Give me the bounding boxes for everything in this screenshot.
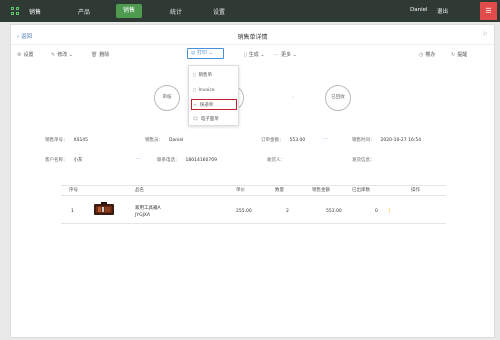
col-name: 品名 [135, 188, 144, 193]
order-no-field: 销售单号： XS145 [45, 137, 88, 143]
col-actions: 操作 [411, 188, 420, 193]
product-name: 家用工具箱A [135, 206, 161, 211]
edit-icon: ✎ [51, 52, 56, 58]
row-qty: 2 [286, 209, 289, 214]
delete-button[interactable]: 🗑 删除 [91, 51, 109, 58]
nav-products[interactable]: 产品 [78, 7, 90, 16]
row-amount: 553.00 [326, 209, 342, 214]
menu-item-e-waybill[interactable]: ☺ 电子面单 [193, 116, 219, 122]
print-dropdown-menu: ▯ 销售单 ▯ Invoice ➢ 快递单 ☺ 电子面单 [188, 65, 239, 126]
customer-label: 客户名称： [45, 158, 68, 163]
app-title: 销售 [29, 9, 42, 16]
seller-value: Daniel [169, 138, 184, 143]
toolbar: ⚙ 设置 ✎ 修改 ⌄ 🗑 删除 ◎ 打印 ⌄ ▯ 生成 ⌄ ⋯ 更多 ⌄ ◷ 樱办 ↻ 提醒 [11, 47, 494, 63]
flag-icon[interactable]: ⚐ [483, 31, 488, 38]
table-top-border [61, 185, 446, 186]
seller-label: 销售员： [145, 138, 163, 143]
customer-field: 客户名称： 小灰 [45, 157, 83, 163]
remind-button[interactable]: ↻ 提醒 [451, 51, 467, 58]
col-index: 序号 [69, 188, 78, 193]
settings-button[interactable]: ⚙ 设置 [17, 51, 34, 58]
col-price: 单价 [236, 188, 245, 193]
time-label: 销售时间： [352, 138, 375, 143]
logout-link[interactable]: 退出 [437, 7, 448, 15]
customer-value: 小灰 [73, 158, 83, 163]
phone-label: 联系电话： [157, 158, 180, 163]
step-received: 已回收 [325, 85, 351, 111]
seller-field: 销售员： Daniel [145, 137, 183, 143]
remind-label: 提醒 [457, 52, 468, 58]
customer-more-icon[interactable]: … [136, 155, 141, 161]
page-title: 销售单详情 [237, 34, 268, 41]
receiver-label: 收货人： [267, 158, 285, 163]
more-button[interactable]: ⋯ 更多 ⌄ [274, 51, 297, 58]
print-button[interactable]: ◎ 打印 ⌄ [187, 48, 224, 59]
trash-icon: 🗑 [91, 52, 98, 58]
table-bottom-border [61, 223, 446, 224]
receiver-field: 收货人： [267, 157, 291, 163]
favorite-button[interactable]: ◷ 樱办 [419, 51, 435, 58]
menu-item-label: 销售单 [198, 73, 212, 78]
generate-icon: ▯ [244, 52, 247, 58]
order-no-value: XS145 [73, 138, 89, 143]
bookmark-icon: ◷ [419, 52, 424, 58]
amount-label: 订单金额： [261, 138, 284, 143]
favorite-label: 樱办 [425, 52, 436, 58]
generate-label: 生成 [248, 52, 259, 58]
product-image[interactable] [93, 201, 115, 217]
phone-value: 18014160709 [185, 158, 218, 163]
time-field: 销售时间： 2020-10-27 16:54 [352, 137, 421, 143]
window-menu-icon[interactable]: ☰ [480, 2, 497, 20]
warning-icon[interactable]: ! [388, 208, 390, 215]
address-field: 发货信息： [352, 157, 381, 163]
share-icon: ↻ [451, 52, 456, 58]
edit-label: 修改 [57, 52, 68, 58]
more-label: 更多 [281, 52, 292, 58]
delete-label: 删除 [99, 52, 110, 58]
step-arrow-icon: › [292, 94, 294, 100]
nav-sales[interactable]: 销售 [116, 4, 142, 18]
globe-icon: ◎ [191, 50, 196, 56]
row-index: 1 [71, 209, 74, 214]
settings-label: 设置 [23, 52, 34, 58]
address-label: 发货信息： [352, 158, 375, 163]
document-icon: ▯ [193, 73, 196, 78]
waybill-icon: ☺ [193, 117, 198, 122]
col-amount: 销售金额 [312, 188, 330, 193]
print-label: 打印 [196, 50, 207, 56]
page-header: ‹ 返回 销售单详情 ⚐ [11, 25, 494, 45]
nav-statistics[interactable]: 统计 [170, 7, 182, 16]
step-review: 审核 [154, 85, 180, 111]
amount-value: 553.00 [289, 138, 306, 143]
phone-field: 联系电话： 18014160709 [157, 157, 217, 163]
edit-button[interactable]: ✎ 修改 ⌄ [51, 51, 73, 58]
menu-item-label: Invoice [198, 88, 215, 93]
app-logo-icon [11, 7, 19, 15]
generate-button[interactable]: ▯ 生成 ⌄ [244, 51, 265, 58]
menu-item-sales-order[interactable]: ▯ 销售单 [193, 72, 212, 78]
document-icon: ▯ [193, 88, 196, 93]
menu-item-label: 电子面单 [200, 117, 219, 122]
top-nav: 销售 产品 销售 统计 设置 Daniel 退出 ☰ [0, 0, 500, 22]
table-header-border [61, 195, 446, 196]
time-value: 2020-10-27 16:54 [380, 138, 422, 143]
amount-field: 订单金额： 553.00 [261, 137, 305, 143]
row-price: 255.00 [236, 209, 252, 214]
order-no-label: 销售单号： [45, 138, 68, 143]
product-code: JYGJXA [135, 213, 151, 218]
col-shipped: 已出库数 [352, 188, 370, 193]
more-icon: ⋯ [274, 52, 279, 58]
user-name[interactable]: Daniel [410, 7, 428, 13]
menu-item-invoice[interactable]: ▯ Invoice [193, 88, 215, 93]
gear-icon: ⚙ [17, 52, 22, 58]
nav-settings[interactable]: 设置 [213, 7, 225, 16]
col-qty: 数量 [275, 188, 284, 193]
amount-more-icon[interactable]: … [323, 135, 328, 141]
order-detail-panel: ‹ 返回 销售单详情 ⚐ ⚙ 设置 ✎ 修改 ⌄ 🗑 删除 ◎ 打印 ⌄ ▯ 生成 ⌄ … [10, 24, 495, 338]
highlight-box [191, 99, 237, 110]
row-shipped: 0 [375, 209, 378, 214]
